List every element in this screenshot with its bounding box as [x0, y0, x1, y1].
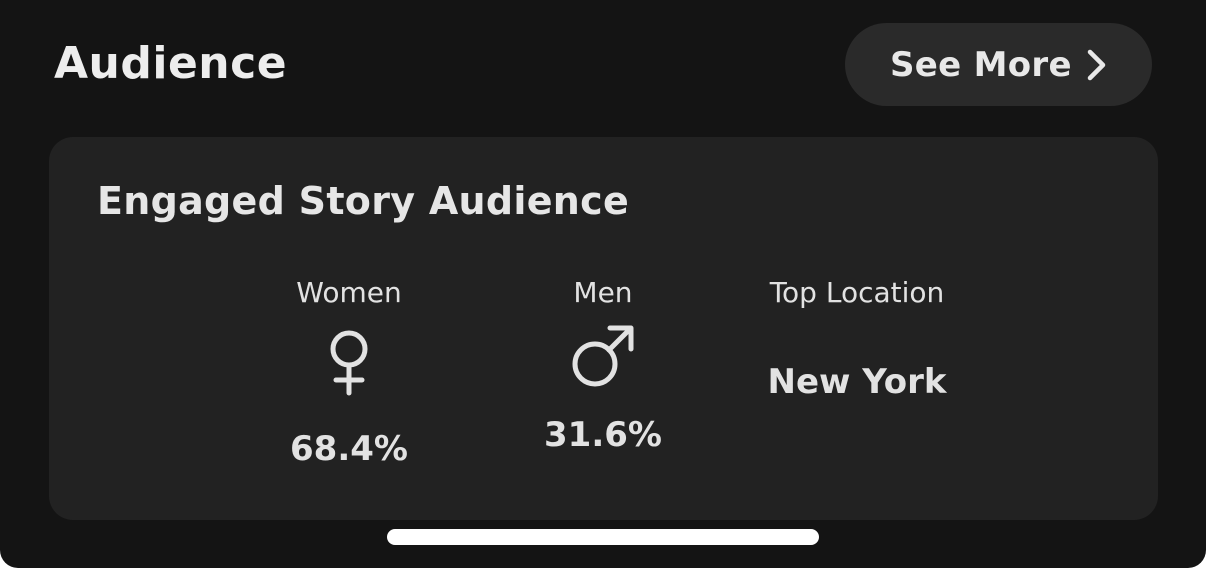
see-more-button[interactable]: See More	[845, 23, 1152, 106]
section-title: Audience	[54, 38, 288, 89]
men-percentage: 31.6%	[544, 415, 662, 455]
chevron-right-icon	[1087, 49, 1106, 81]
see-more-label: See More	[890, 44, 1072, 85]
women-stat: Women 68.4%	[275, 275, 423, 471]
women-percentage: 68.4%	[290, 429, 408, 469]
men-label: Men	[573, 276, 633, 309]
home-indicator[interactable]	[387, 529, 819, 545]
men-stat: Men 31.6%	[529, 275, 677, 457]
top-location-value: New York	[767, 362, 947, 402]
audience-screen: Audience See More Engaged Story Audience…	[0, 0, 1206, 568]
female-symbol-icon	[330, 330, 368, 396]
women-label: Women	[296, 276, 402, 309]
engaged-story-audience-card: Engaged Story Audience Women 68.4% Men 3…	[49, 137, 1158, 520]
card-title: Engaged Story Audience	[97, 179, 630, 223]
male-symbol-icon	[572, 325, 634, 387]
top-location-label: Top Location	[769, 276, 945, 309]
top-location-stat: Top Location New York	[749, 275, 965, 404]
